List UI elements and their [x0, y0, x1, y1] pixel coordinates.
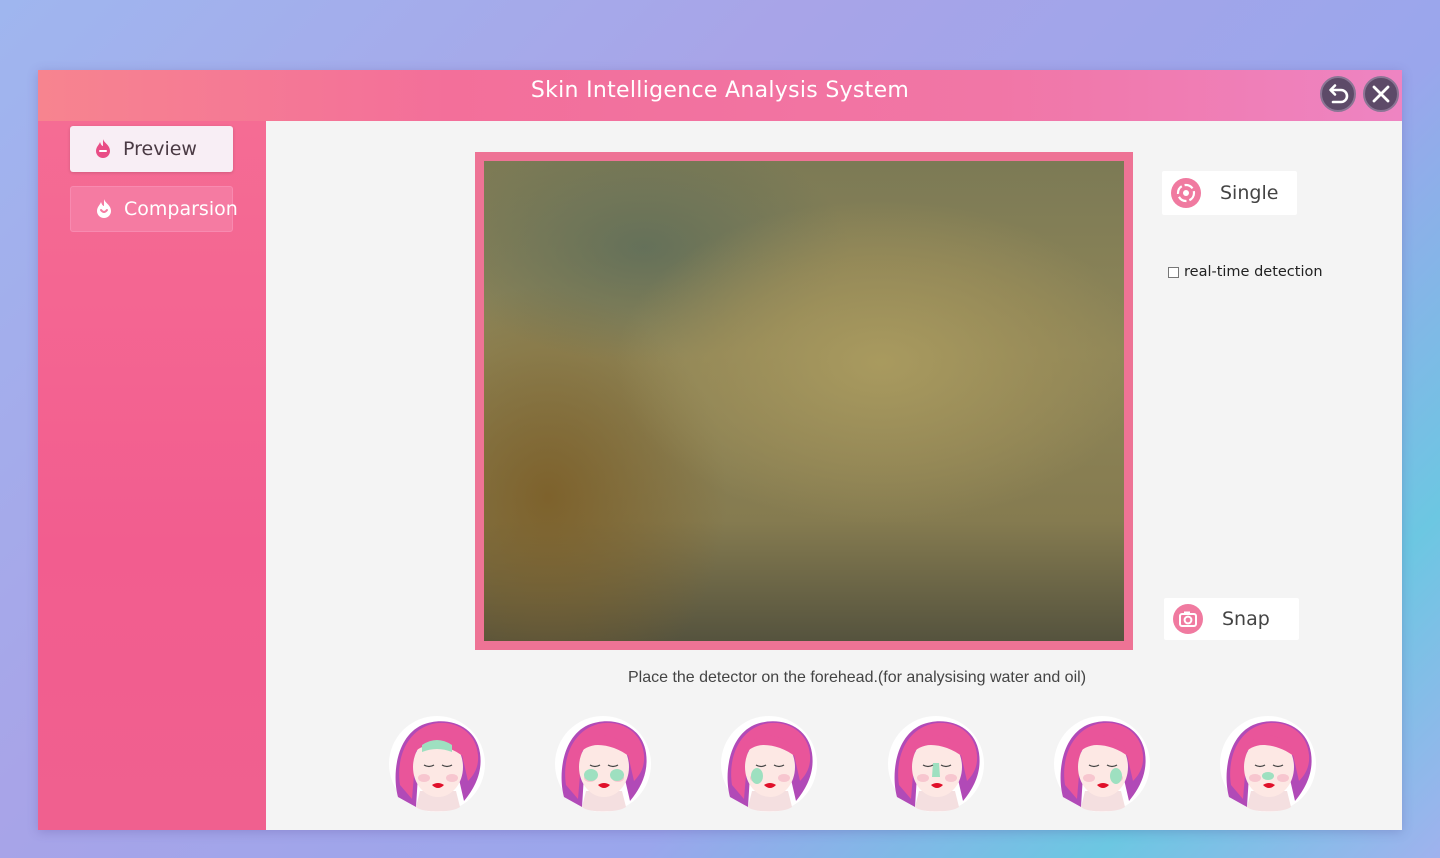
- sidebar-item-preview[interactable]: Preview: [70, 126, 233, 172]
- main-panel: Single real-time detection Snap Place th…: [266, 121, 1402, 830]
- single-capture-icon: [1171, 178, 1201, 208]
- close-icon: [1372, 85, 1390, 103]
- face-zone-left-cheek-icon[interactable]: [720, 715, 818, 813]
- face-zone-nose-icon[interactable]: [887, 715, 985, 813]
- face-zone-chin-icon[interactable]: [1219, 715, 1317, 813]
- flame-icon: [97, 199, 111, 218]
- sidebar-item-comparsion[interactable]: Comparsion: [70, 186, 238, 232]
- face-zone-cheeks-icon[interactable]: [554, 715, 652, 813]
- snap-button[interactable]: Snap: [1164, 598, 1299, 640]
- realtime-detection-option[interactable]: real-time detection: [1168, 264, 1323, 280]
- window-title: Skin Intelligence Analysis System: [530, 78, 910, 103]
- realtime-detection-checkbox[interactable]: [1168, 266, 1179, 278]
- snap-label: Snap: [1222, 608, 1270, 630]
- app-window: Skin Intelligence Analysis System Previe…: [38, 70, 1402, 830]
- face-zone-right-cheek-icon[interactable]: [1053, 715, 1151, 813]
- single-button[interactable]: Single: [1162, 171, 1297, 215]
- flame-icon: [96, 139, 110, 158]
- close-button[interactable]: [1363, 76, 1399, 112]
- single-label: Single: [1220, 182, 1279, 204]
- back-button[interactable]: [1320, 76, 1356, 112]
- face-zone-forehead-icon[interactable]: [388, 715, 486, 813]
- title-bar: Skin Intelligence Analysis System: [38, 70, 1402, 121]
- sidebar: Preview Comparsion: [38, 121, 266, 830]
- camera-preview-frame: [475, 152, 1133, 650]
- realtime-detection-label: real-time detection: [1184, 264, 1323, 280]
- undo-arrow-icon: [1329, 84, 1349, 104]
- instruction-text: Place the detector on the forehead.(for …: [627, 669, 1087, 686]
- camera-icon: [1173, 604, 1203, 634]
- sidebar-item-label: Comparsion: [124, 198, 238, 220]
- camera-preview: [484, 161, 1124, 641]
- sidebar-item-label: Preview: [123, 138, 197, 160]
